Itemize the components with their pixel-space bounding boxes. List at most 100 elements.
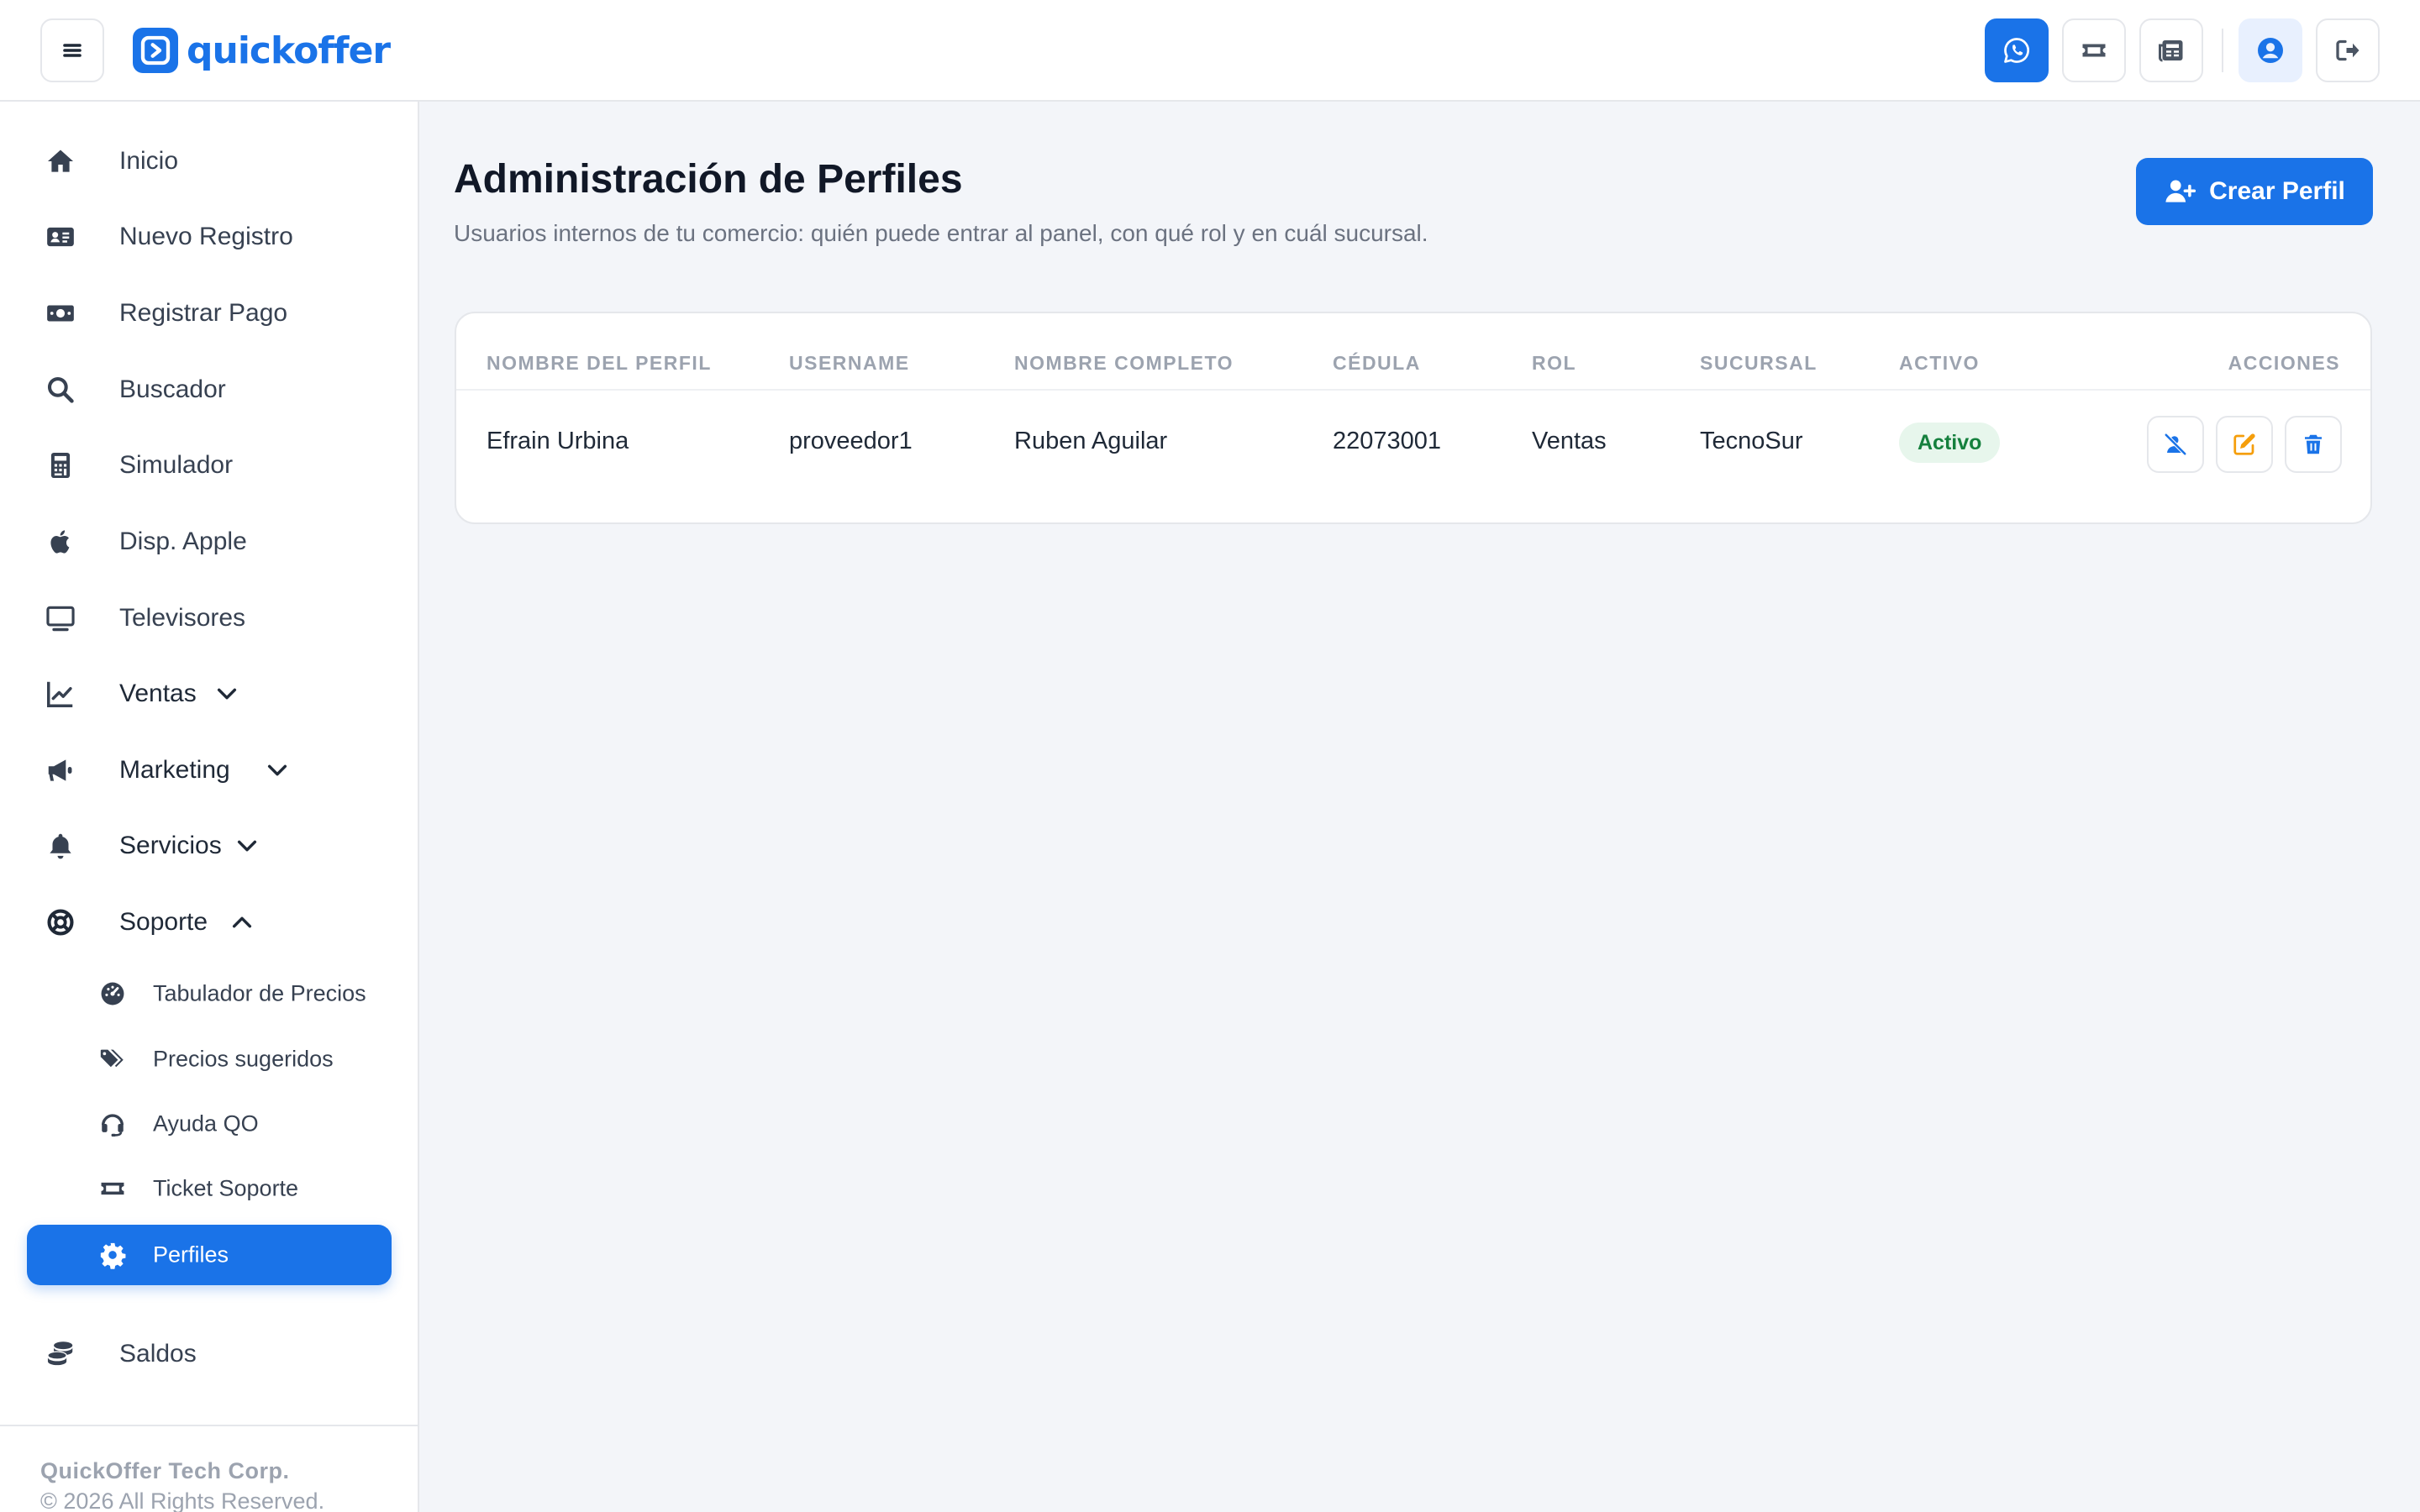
sidebar-item-label: Servicios [119,832,222,859]
cell-sucursal: TecnoSur [1700,428,1803,454]
sidebar-subitem-label: Ticket Soporte [153,1175,299,1201]
sidebar-item-servicios[interactable]: Servicios [27,816,393,875]
menu-toggle-button[interactable] [40,18,104,82]
sidebar-item-label: Buscador [119,375,226,403]
coins-icon [44,1337,77,1371]
cog-icon [97,1240,128,1270]
cell-profile-name: Efrain Urbina [487,428,629,454]
sidebar-item-label: Saldos [119,1340,197,1368]
sidebar-subitem-ayuda-qo[interactable]: Ayuda QO [27,1094,392,1154]
ticket-icon [97,1173,128,1204]
edit-icon [2233,433,2255,455]
status-badge: Activo [1899,423,2001,463]
sidebar-subitem-label: Perfiles [153,1242,229,1268]
sidebar-item-label: Simulador [119,451,234,479]
create-profile-label: Crear Perfil [2209,177,2345,205]
logo-mark-icon [133,28,178,73]
sign-out-icon [2336,39,2360,61]
sidebar-item-inicio[interactable]: Inicio [27,132,393,191]
home-icon [44,144,77,178]
sidebar-item-label: Marketing [119,756,230,784]
user-profile-button[interactable] [2238,18,2302,82]
footer-rights: © 2026 All Rights Reserved. [40,1488,325,1512]
column-header-profile-name: NOMBRE DEL PERFIL [487,352,712,374]
sidebar-item-label: Disp. Apple [119,528,247,555]
sidebar-item-label: Inicio [119,147,179,175]
sidebar-item-label: Televisores [119,604,246,632]
brand-name: quickoffer [187,29,391,72]
cell-cedula: 22073001 [1333,428,1442,454]
sidebar-item-nuevo-registro[interactable]: Nuevo Registro [27,207,393,266]
column-header-cedula: CÉDULA [1333,352,1421,374]
sidebar-subitem-label: Tabulador de Precios [153,980,366,1006]
chevron-up-icon [232,916,252,928]
news-button[interactable] [2139,18,2203,82]
sidebar-subitem-ticket-soporte[interactable]: Ticket Soporte [27,1158,392,1219]
delete-profile-button[interactable] [2285,416,2342,473]
brand-logo[interactable]: quickoffer [133,25,391,76]
bell-icon [44,829,77,863]
trash-icon [2305,434,2322,454]
headset-icon [97,1109,128,1139]
sidebar-item-soporte[interactable]: Soporte [27,893,393,952]
header-divider [2222,29,2223,72]
cell-username: proveedor1 [789,428,913,454]
chart-line-icon [44,677,77,711]
chevron-down-icon [267,764,287,776]
user-circle-icon [2258,38,2283,63]
sidebar-subitem-label: Ayuda QO [153,1110,259,1137]
newspaper-icon [2159,40,2183,62]
sidebar-item-disp-apple[interactable]: Disp. Apple [27,512,393,571]
table-header-divider [456,389,2370,391]
page-title: Administración de Perfiles [454,157,963,202]
edit-profile-button[interactable] [2216,416,2273,473]
sidebar-item-label: Soporte [119,908,208,936]
page-subtitle: Usuarios internos de tu comercio: quién … [454,220,1428,246]
column-header-rol: ROL [1532,352,1577,374]
tv-icon [44,601,77,635]
column-header-sucursal: SUCURSAL [1700,352,1818,374]
sidebar-item-saldos[interactable]: Saldos [27,1325,393,1383]
column-header-full-name: NOMBRE COMPLETO [1014,352,1234,374]
tags-icon [97,1044,128,1074]
id-card-icon [44,220,77,254]
cell-rol: Ventas [1532,428,1607,454]
money-bill-icon [44,297,77,330]
sidebar-item-televisores[interactable]: Televisores [27,589,393,648]
column-header-activo: ACTIVO [1899,352,1980,374]
sidebar-item-buscador[interactable]: Buscador [27,360,393,419]
chevron-down-icon [217,688,237,700]
sidebar-subitem-perfiles[interactable]: Perfiles [27,1225,392,1285]
tickets-button[interactable] [2062,18,2126,82]
menu-icon [63,44,82,57]
bullhorn-icon [44,753,77,787]
apple-icon [44,525,77,559]
cell-full-name: Ruben Aguilar [1014,428,1168,454]
create-profile-button[interactable]: Crear Perfil [2136,158,2373,225]
sidebar-item-ventas[interactable]: Ventas [27,664,393,723]
sidebar-item-simulador[interactable]: Simulador [27,436,393,495]
logout-button[interactable] [2316,18,2380,82]
deactivate-user-button[interactable] [2147,416,2204,473]
user-plus-icon [2165,180,2196,202]
tachometer-icon [97,979,128,1009]
sidebar-item-marketing[interactable]: Marketing [27,741,393,800]
sidebar-subitem-precios-sugeridos[interactable]: Precios sugeridos [27,1029,392,1089]
top-header: quickoffer [0,0,2420,102]
sidebar-item-label: Registrar Pago [119,299,288,327]
sidebar-item-label: Nuevo Registro [119,223,293,250]
life-ring-icon [44,906,77,939]
calculator-icon [44,449,77,482]
search-icon [44,373,77,407]
whatsapp-button[interactable] [1985,18,2049,82]
sidebar-item-registrar-pago[interactable]: Registrar Pago [27,284,393,343]
sidebar-divider [0,1425,418,1426]
whatsapp-icon [2004,38,2029,63]
column-header-acciones: ACCIONES [2228,352,2340,374]
footer-company: QuickOffer Tech Corp. [40,1458,290,1483]
sidebar-subitem-label: Precios sugeridos [153,1046,334,1072]
sidebar-subitem-tabulador-precios[interactable]: Tabulador de Precios [27,963,392,1024]
profiles-table: NOMBRE DEL PERFIL USERNAME NOMBRE COMPLE… [455,312,2372,524]
sidebar: Inicio Nuevo Registro Registrar Pago Bus… [0,102,419,1512]
chevron-down-icon [237,840,257,852]
